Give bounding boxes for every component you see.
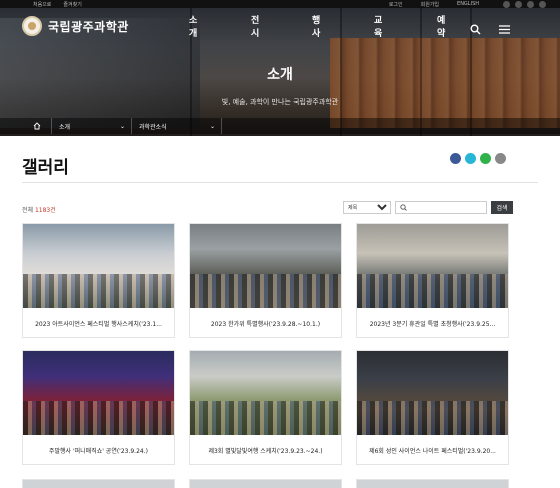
site-logo[interactable]: 국립광주과학관 xyxy=(22,16,129,36)
page-title: 갤러리 xyxy=(22,158,69,178)
search-field[interactable] xyxy=(395,201,487,214)
hero-title: 소개 xyxy=(267,67,293,83)
logo-emblem-icon xyxy=(22,16,42,36)
gallery-caption[interactable]: 2023 아트사이언스 페스티벌 행사스케치('23.1... xyxy=(23,308,174,338)
blog-share-icon[interactable] xyxy=(480,153,491,164)
gallery-thumbnail[interactable] xyxy=(357,224,508,308)
home-icon[interactable] xyxy=(22,118,52,134)
nav-item-exhibition[interactable]: 전시 xyxy=(251,13,259,39)
bookmark-link[interactable]: 즐겨찾기 xyxy=(63,1,81,8)
home-link[interactable]: 처음으로 xyxy=(33,1,51,8)
total-count-value: 1183건 xyxy=(34,207,56,214)
total-label: 전체 xyxy=(22,207,34,214)
facebook-share-icon[interactable] xyxy=(450,153,461,164)
breadcrumb: 소개 ⌄ 과학관소식 ⌄ xyxy=(0,118,560,134)
gallery-caption[interactable]: 제6회 성인 사이언스 나이트 페스티벌('23.9.20... xyxy=(357,435,508,465)
gallery-card[interactable] xyxy=(189,479,342,488)
gallery-thumbnail[interactable] xyxy=(190,351,341,435)
breadcrumb-level2-label: 과학관소식 xyxy=(139,123,167,131)
nav-item-events[interactable]: 행사 xyxy=(312,13,320,39)
chevron-down-icon: ⌄ xyxy=(119,122,125,130)
gallery-next-row xyxy=(22,479,538,488)
english-link[interactable]: ENGLISH xyxy=(457,1,479,7)
kakaostory-share-icon[interactable] xyxy=(465,153,476,164)
search-form: 제목 검색 xyxy=(343,201,513,214)
gallery-card[interactable]: 2023 한가위 특별행사('23.9.28.~10.1.) xyxy=(189,223,342,338)
instagram-icon[interactable] xyxy=(515,0,522,8)
gallery-thumbnail[interactable] xyxy=(190,224,341,308)
facebook-icon[interactable] xyxy=(503,0,510,8)
gallery-thumbnail[interactable] xyxy=(357,351,508,435)
gallery-thumbnail[interactable] xyxy=(23,224,174,308)
total-count: 전체 1183건 xyxy=(22,205,56,214)
gallery-card[interactable] xyxy=(22,479,175,488)
nav-item-reservation[interactable]: 예약 xyxy=(437,13,445,39)
site-header: 국립광주과학관 소개 전시 행사 교육 예약 xyxy=(0,8,560,44)
divider xyxy=(22,182,538,183)
hero-subtitle: 빛, 예술, 과학이 만나는 국립광주과학관 xyxy=(221,98,339,106)
gallery-caption[interactable]: 2023 한가위 특별행사('23.9.28.~10.1.) xyxy=(190,308,341,338)
breadcrumb-level1-label: 소개 xyxy=(59,123,71,131)
gallery-thumbnail[interactable] xyxy=(23,351,174,435)
breadcrumb-level2[interactable]: 과학관소식 ⌄ xyxy=(132,118,222,134)
gallery-card[interactable]: 제6회 성인 사이언스 나이트 페스티벌('23.9.20... xyxy=(356,350,509,465)
share-buttons xyxy=(450,153,506,164)
youtube-icon[interactable] xyxy=(527,0,534,8)
chevron-down-icon: ⌄ xyxy=(209,122,215,130)
gallery-caption[interactable]: 2023년 3분기 휴관일 특별 초청행사('23.9.25... xyxy=(357,308,508,338)
gallery-card[interactable]: 2023년 3분기 휴관일 특별 초청행사('23.9.25... xyxy=(356,223,509,338)
blog-icon[interactable] xyxy=(539,0,546,8)
menu-icon[interactable] xyxy=(499,20,510,39)
breadcrumb-level1[interactable]: 소개 ⌄ xyxy=(52,118,132,134)
signup-link[interactable]: 회원가입 xyxy=(421,1,439,8)
search-input[interactable] xyxy=(410,204,480,211)
search-icon[interactable] xyxy=(470,20,481,39)
print-icon[interactable] xyxy=(495,153,506,164)
gallery-card[interactable]: 2023 아트사이언스 페스티벌 행사스케치('23.1... xyxy=(22,223,175,338)
gallery-card[interactable]: 제3회 별빛달빛여행 스케치('23.9.23.~24.) xyxy=(189,350,342,465)
search-icon xyxy=(400,204,407,211)
logo-text: 국립광주과학관 xyxy=(48,19,129,34)
search-button[interactable]: 검색 xyxy=(491,201,513,214)
gallery-card[interactable] xyxy=(356,479,509,488)
gallery-caption[interactable]: 주말행사 '퍼니매직쇼' 공연('23.9.24.) xyxy=(23,435,174,465)
gallery-card[interactable]: 주말행사 '퍼니매직쇼' 공연('23.9.24.) xyxy=(22,350,175,465)
login-link[interactable]: 로그인 xyxy=(389,1,403,8)
search-type-select[interactable]: 제목 xyxy=(343,201,391,214)
utility-bar: 처음으로 즐겨찾기 로그인 회원가입 ENGLISH xyxy=(0,0,560,8)
nav-item-education[interactable]: 교육 xyxy=(374,13,382,39)
nav-item-about[interactable]: 소개 xyxy=(189,13,197,39)
gallery-caption[interactable]: 제3회 별빛달빛여행 스케치('23.9.23.~24.) xyxy=(190,435,341,465)
